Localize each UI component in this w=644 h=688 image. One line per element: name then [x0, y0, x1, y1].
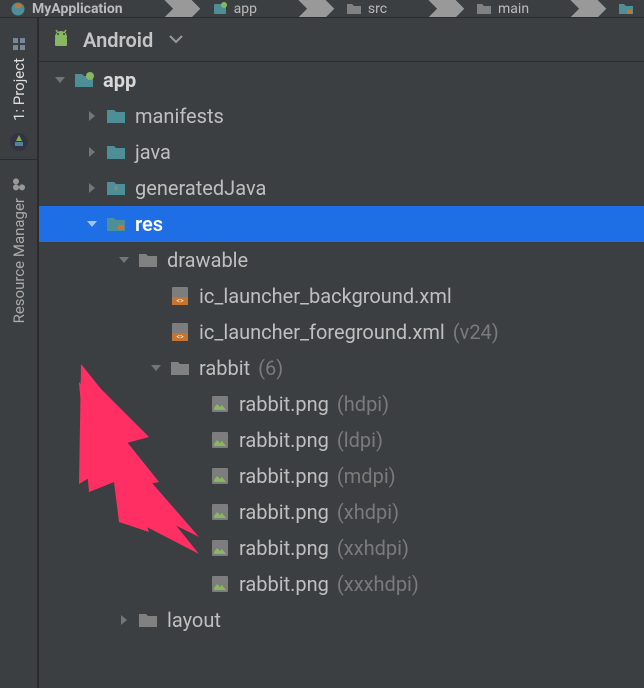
module-icon [212, 1, 228, 17]
tree-label: rabbit [199, 356, 250, 380]
image-file-icon [209, 429, 231, 451]
tree-label: rabbit.png [239, 428, 329, 452]
folder-icon [105, 141, 127, 163]
tree-label: java [135, 140, 171, 164]
crumb-more[interactable] [618, 1, 634, 17]
chevron-down-icon [85, 217, 99, 231]
breadcrumb[interactable]: MyApplication app src main [0, 0, 644, 18]
image-file-icon [209, 537, 231, 559]
chevron-right-icon [129, 0, 206, 18]
folder-icon [169, 357, 191, 379]
module-folder-icon [73, 69, 95, 91]
chevron-right-icon [117, 613, 131, 627]
folder-icon [137, 609, 159, 631]
tree-file-ic-launcher-fg[interactable]: <> ic_launcher_foreground.xml (v24) [39, 314, 644, 350]
tree-meta: (6) [258, 356, 283, 380]
crumb-src[interactable]: src [346, 1, 387, 17]
chevron-down-icon [149, 361, 163, 375]
chevron-down-icon [117, 253, 131, 267]
tree-node-generated-java[interactable]: generatedJava [39, 170, 644, 206]
folder-icon [476, 1, 492, 17]
res-folder-icon [105, 213, 127, 235]
project-view-selector[interactable]: Android [39, 18, 644, 62]
chevron-right-icon [85, 109, 99, 123]
chevron-right-icon [393, 0, 470, 18]
chevron-right-icon [85, 181, 99, 195]
tree-node-manifests[interactable]: manifests [39, 98, 644, 134]
android-studio-icon [8, 131, 30, 153]
tree-file-rabbit-xxxhdpi[interactable]: rabbit.png (xxxhdpi) [39, 566, 644, 602]
svg-text:<>: <> [176, 297, 184, 305]
image-file-icon [209, 393, 231, 415]
chevron-down-icon [169, 35, 183, 45]
tree-node-rabbit[interactable]: rabbit (6) [39, 350, 644, 386]
crumb-main[interactable]: main [476, 1, 529, 17]
tree-file-rabbit-mdpi[interactable]: rabbit.png (mdpi) [39, 458, 644, 494]
project-tab-icon [11, 36, 27, 52]
tree-label: generatedJava [135, 176, 266, 200]
tree-label: drawable [167, 248, 248, 272]
xml-file-icon: <> [169, 285, 191, 307]
image-file-icon [209, 573, 231, 595]
crumb-label: MyApplication [32, 1, 123, 17]
sidebar-tab-label: 1: Project [10, 58, 28, 121]
tree-label: rabbit.png [239, 500, 329, 524]
tree-node-java[interactable]: java [39, 134, 644, 170]
tree-meta: (xhdpi) [337, 500, 399, 524]
tree-label: ic_launcher_background.xml [199, 284, 452, 308]
tree-label: layout [167, 608, 221, 632]
chevron-right-icon [85, 145, 99, 159]
tree-file-rabbit-xxhdpi[interactable]: rabbit.png (xxhdpi) [39, 530, 644, 566]
chevron-right-icon [263, 0, 340, 18]
tree-meta: (xxhdpi) [337, 536, 409, 560]
tree-node-drawable[interactable]: drawable [39, 242, 644, 278]
crumb-app[interactable]: app [212, 1, 257, 17]
xml-file-icon: <> [169, 321, 191, 343]
sidebar-tab-label: Resource Manager [10, 198, 28, 323]
svg-text:<>: <> [176, 333, 184, 341]
tree-file-rabbit-hdpi[interactable]: rabbit.png (hdpi) [39, 386, 644, 422]
tree-meta: (hdpi) [337, 392, 389, 416]
resource-manager-icon [11, 176, 27, 192]
tree-node-layout[interactable]: layout [39, 602, 644, 638]
tree-label: rabbit.png [239, 536, 329, 560]
sidebar-tab-resource-manager[interactable]: Resource Manager [10, 166, 28, 333]
project-tree[interactable]: app manifests java generatedJava [39, 62, 644, 688]
tree-file-rabbit-xhdpi[interactable]: rabbit.png (xhdpi) [39, 494, 644, 530]
android-icon [49, 28, 73, 52]
generated-folder-icon [105, 177, 127, 199]
tree-node-res[interactable]: res [39, 206, 644, 242]
image-file-icon [209, 465, 231, 487]
project-tool-window: Android app manifests java [38, 18, 644, 688]
tree-file-rabbit-ldpi[interactable]: rabbit.png (ldpi) [39, 422, 644, 458]
tree-label: rabbit.png [239, 572, 329, 596]
crumb-label: main [498, 1, 529, 17]
tree-label: ic_launcher_foreground.xml [199, 320, 445, 344]
sidebar-tab-project[interactable]: 1: Project [10, 26, 28, 131]
res-folder-icon [618, 1, 634, 17]
tree-label: res [135, 212, 163, 236]
tree-label: manifests [135, 104, 224, 128]
tool-window-gutter: 1: Project Resource Manager [0, 18, 38, 688]
crumb-project[interactable]: MyApplication [10, 1, 123, 17]
tree-file-ic-launcher-bg[interactable]: <> ic_launcher_background.xml [39, 278, 644, 314]
crumb-label: app [234, 1, 257, 17]
tree-meta: (xxxhdpi) [337, 572, 419, 596]
tree-meta: (mdpi) [337, 464, 396, 488]
tree-label: rabbit.png [239, 392, 329, 416]
tree-meta: (v24) [453, 320, 499, 344]
tree-meta: (ldpi) [337, 428, 383, 452]
chevron-right-icon [535, 0, 612, 18]
folder-icon [105, 105, 127, 127]
project-icon [10, 1, 26, 17]
tree-label: app [103, 68, 136, 92]
crumb-label: src [368, 1, 387, 17]
folder-icon [346, 1, 362, 17]
tree-label: rabbit.png [239, 464, 329, 488]
image-file-icon [209, 501, 231, 523]
tree-node-app[interactable]: app [39, 62, 644, 98]
project-view-mode: Android [83, 28, 153, 52]
folder-icon [137, 249, 159, 271]
chevron-down-icon [53, 73, 67, 87]
